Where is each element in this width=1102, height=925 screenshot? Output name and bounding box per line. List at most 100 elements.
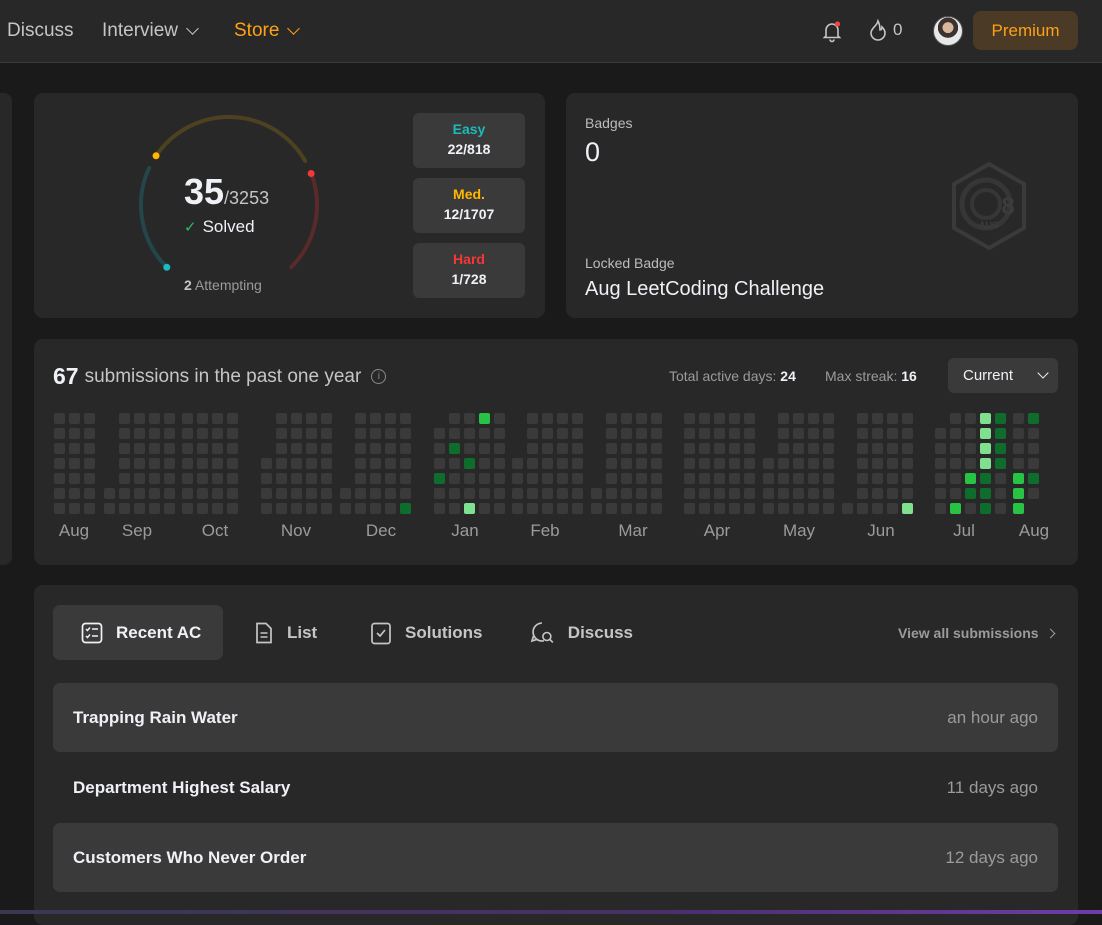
- heatmap-day-cell[interactable]: [197, 488, 208, 499]
- heatmap-day-cell[interactable]: [763, 458, 774, 469]
- heatmap-day-cell[interactable]: [684, 473, 695, 484]
- heatmap-day-cell[interactable]: [744, 488, 755, 499]
- heatmap-day-cell[interactable]: [464, 503, 475, 514]
- heatmap-day-cell[interactable]: [212, 488, 223, 499]
- heatmap-day-cell[interactable]: [823, 458, 834, 469]
- heatmap-day-cell[interactable]: [699, 428, 710, 439]
- heatmap-day-cell[interactable]: [808, 458, 819, 469]
- heatmap-day-cell[interactable]: [291, 428, 302, 439]
- heatmap-day-cell[interactable]: [291, 488, 302, 499]
- heatmap-day-cell[interactable]: [744, 428, 755, 439]
- heatmap-day-cell[interactable]: [823, 503, 834, 514]
- heatmap-day-cell[interactable]: [965, 488, 976, 499]
- heatmap-day-cell[interactable]: [84, 473, 95, 484]
- calendar-range-dropdown[interactable]: Current: [948, 358, 1058, 393]
- heatmap-day-cell[interactable]: [400, 488, 411, 499]
- submission-row[interactable]: Customers Who Never Order 12 days ago: [53, 823, 1058, 892]
- nav-discuss[interactable]: Discuss: [7, 20, 74, 42]
- heatmap-day-cell[interactable]: [651, 503, 662, 514]
- heatmap-day-cell[interactable]: [306, 458, 317, 469]
- heatmap-day-cell[interactable]: [872, 458, 883, 469]
- heatmap-day-cell[interactable]: [212, 503, 223, 514]
- info-icon[interactable]: i: [371, 369, 387, 384]
- heatmap-day-cell[interactable]: [823, 488, 834, 499]
- tab-list[interactable]: List: [226, 605, 336, 660]
- heatmap-day-cell[interactable]: [464, 413, 475, 424]
- heatmap-day-cell[interactable]: [651, 473, 662, 484]
- heatmap-day-cell[interactable]: [464, 458, 475, 469]
- heatmap-day-cell[interactable]: [449, 458, 460, 469]
- heatmap-day-cell[interactable]: [434, 473, 445, 484]
- heatmap-day-cell[interactable]: [684, 428, 695, 439]
- heatmap-day-cell[interactable]: [793, 428, 804, 439]
- heatmap-day-cell[interactable]: [557, 488, 568, 499]
- heatmap-day-cell[interactable]: [935, 473, 946, 484]
- heatmap-day-cell[interactable]: [621, 473, 632, 484]
- heatmap-day-cell[interactable]: [980, 458, 991, 469]
- heatmap-day-cell[interactable]: [557, 503, 568, 514]
- heatmap-day-cell[interactable]: [935, 428, 946, 439]
- heatmap-day-cell[interactable]: [479, 443, 490, 454]
- heatmap-day-cell[interactable]: [400, 458, 411, 469]
- heatmap-day-cell[interactable]: [464, 443, 475, 454]
- heatmap-day-cell[interactable]: [651, 443, 662, 454]
- heatmap-day-cell[interactable]: [134, 503, 145, 514]
- heatmap-day-cell[interactable]: [778, 443, 789, 454]
- heatmap-day-cell[interactable]: [542, 488, 553, 499]
- heatmap-day-cell[interactable]: [1028, 473, 1039, 484]
- heatmap-day-cell[interactable]: [291, 473, 302, 484]
- heatmap-day-cell[interactable]: [557, 443, 568, 454]
- heatmap-day-cell[interactable]: [355, 443, 366, 454]
- heatmap-day-cell[interactable]: [935, 488, 946, 499]
- heatmap-day-cell[interactable]: [370, 473, 381, 484]
- heatmap-day-cell[interactable]: [965, 413, 976, 424]
- heatmap-day-cell[interactable]: [119, 443, 130, 454]
- medium-difficulty-box[interactable]: Med. 12/1707: [413, 178, 525, 233]
- heatmap-day-cell[interactable]: [778, 488, 789, 499]
- heatmap-day-cell[interactable]: [84, 443, 95, 454]
- heatmap-day-cell[interactable]: [385, 503, 396, 514]
- heatmap-day-cell[interactable]: [434, 503, 445, 514]
- heatmap-day-cell[interactable]: [651, 488, 662, 499]
- heatmap-day-cell[interactable]: [164, 428, 175, 439]
- heatmap-day-cell[interactable]: [714, 413, 725, 424]
- heatmap-day-cell[interactable]: [902, 413, 913, 424]
- heatmap-day-cell[interactable]: [980, 428, 991, 439]
- heatmap-day-cell[interactable]: [69, 428, 80, 439]
- heatmap-day-cell[interactable]: [763, 488, 774, 499]
- heatmap-day-cell[interactable]: [902, 488, 913, 499]
- heatmap-day-cell[interactable]: [54, 428, 65, 439]
- heatmap-day-cell[interactable]: [887, 458, 898, 469]
- heatmap-day-cell[interactable]: [182, 503, 193, 514]
- heatmap-day-cell[interactable]: [212, 443, 223, 454]
- heatmap-day-cell[interactable]: [69, 488, 80, 499]
- heatmap-day-cell[interactable]: [385, 458, 396, 469]
- heatmap-day-cell[interactable]: [385, 488, 396, 499]
- heatmap-day-cell[interactable]: [572, 413, 583, 424]
- heatmap-day-cell[interactable]: [636, 503, 647, 514]
- heatmap-day-cell[interactable]: [872, 488, 883, 499]
- heatmap-day-cell[interactable]: [572, 503, 583, 514]
- heatmap-day-cell[interactable]: [729, 428, 740, 439]
- heatmap-day-cell[interactable]: [291, 503, 302, 514]
- heatmap-day-cell[interactable]: [621, 443, 632, 454]
- heatmap-day-cell[interactable]: [400, 413, 411, 424]
- heatmap-day-cell[interactable]: [887, 503, 898, 514]
- heatmap-day-cell[interactable]: [479, 458, 490, 469]
- heatmap-day-cell[interactable]: [542, 458, 553, 469]
- heatmap-day-cell[interactable]: [1013, 413, 1024, 424]
- heatmap-day-cell[interactable]: [494, 413, 505, 424]
- heatmap-day-cell[interactable]: [572, 488, 583, 499]
- heatmap-day-cell[interactable]: [744, 503, 755, 514]
- heatmap-day-cell[interactable]: [651, 458, 662, 469]
- heatmap-day-cell[interactable]: [164, 458, 175, 469]
- heatmap-day-cell[interactable]: [823, 443, 834, 454]
- heatmap-day-cell[interactable]: [950, 473, 961, 484]
- heatmap-day-cell[interactable]: [276, 503, 287, 514]
- heatmap-day-cell[interactable]: [494, 443, 505, 454]
- heatmap-day-cell[interactable]: [512, 488, 523, 499]
- heatmap-day-cell[interactable]: [636, 458, 647, 469]
- heatmap-day-cell[interactable]: [527, 503, 538, 514]
- heatmap-day-cell[interactable]: [527, 413, 538, 424]
- heatmap-day-cell[interactable]: [1028, 488, 1039, 499]
